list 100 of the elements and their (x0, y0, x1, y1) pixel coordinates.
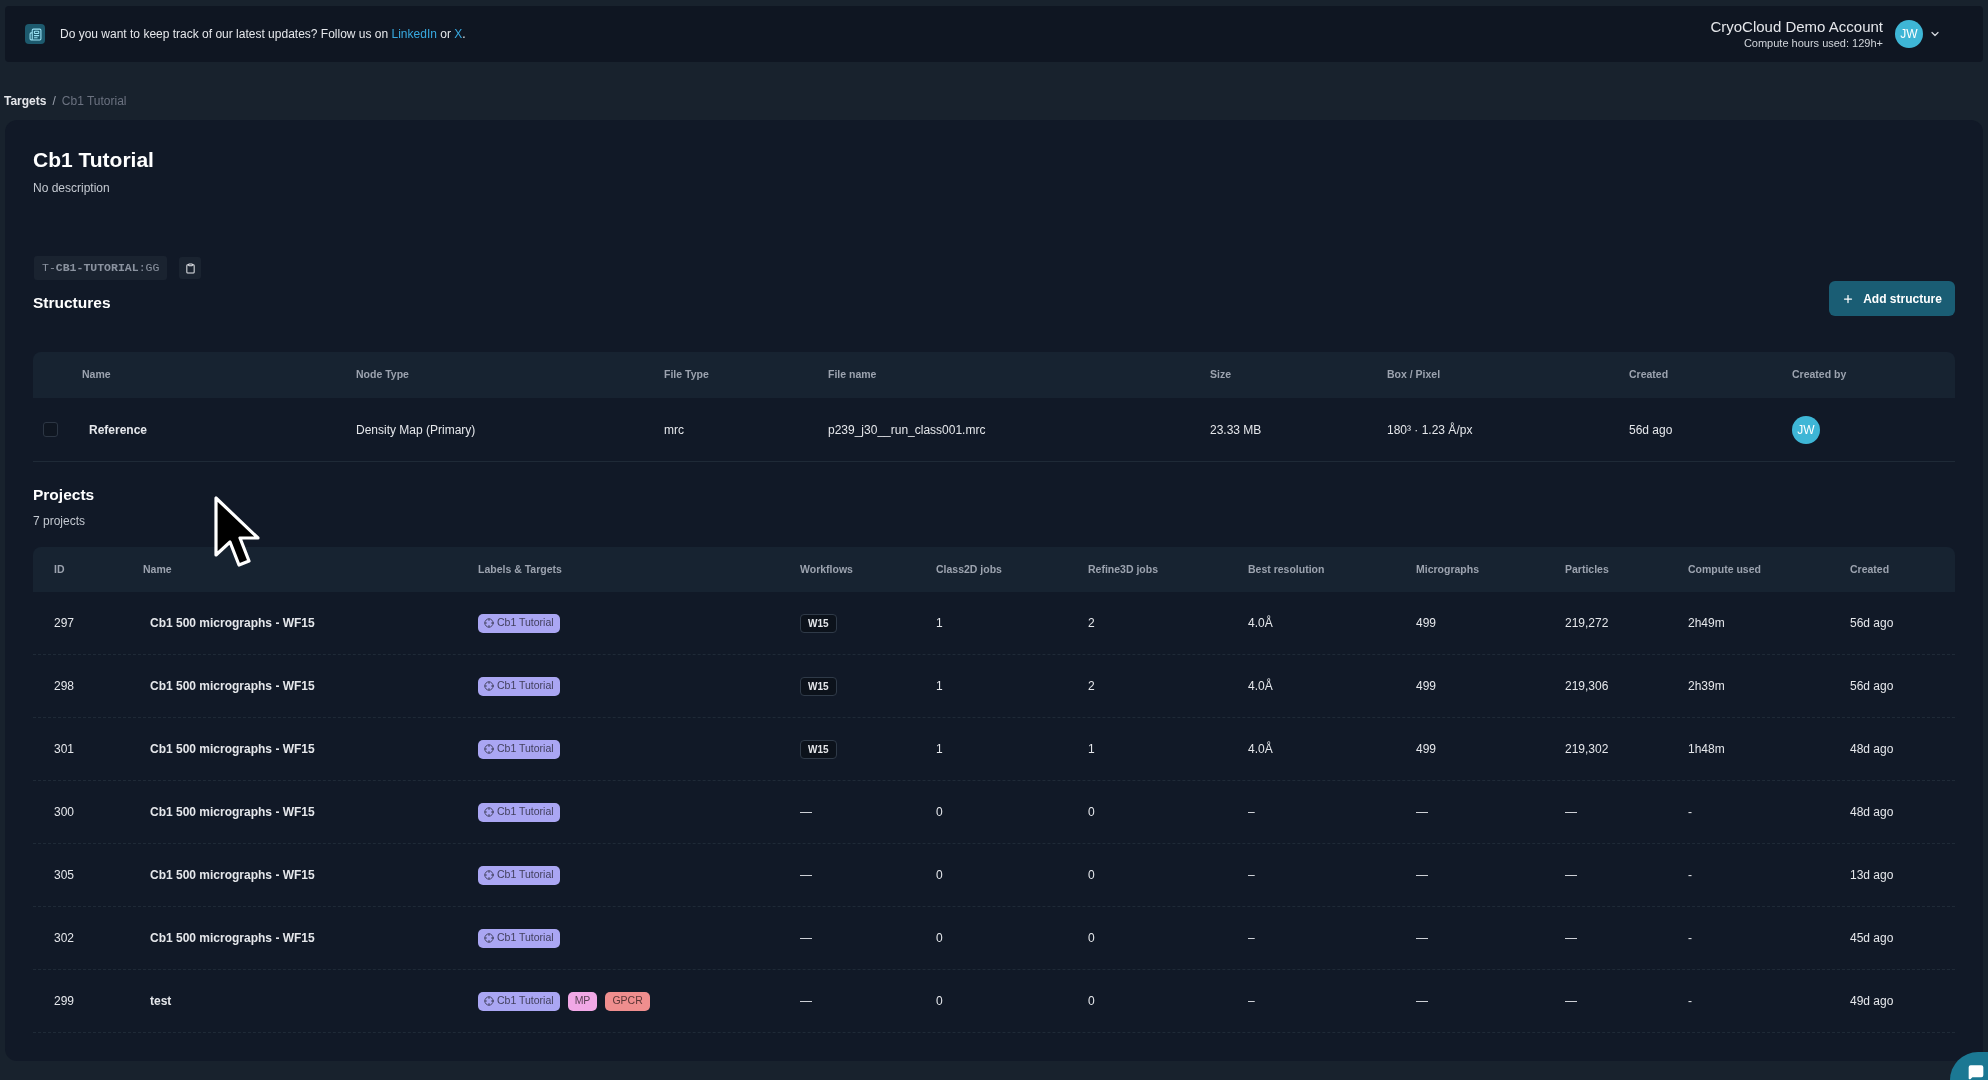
table-cell-text: 499 (1416, 741, 1437, 758)
chat-icon (1968, 1064, 1984, 1080)
column-header: Best resolution (1248, 561, 1325, 577)
table-cell-text: - (1688, 804, 1692, 821)
announcement-text: Do you want to keep track of our latest updates? Follow us on LinkedIn or X. (60, 26, 466, 43)
table-cell-text: 13d ago (1850, 867, 1894, 884)
table-cell-text: 56d ago (1850, 615, 1894, 632)
table-cell-text: 2 (1088, 678, 1095, 695)
project-name[interactable]: Cb1 500 micrographs - WF15 (143, 866, 315, 884)
column-header: Created by (1792, 367, 1847, 383)
table-cell-text: 2h39m (1688, 678, 1725, 695)
target-tag[interactable]: Cb1 Tutorial (478, 928, 560, 948)
column-header: File name (828, 367, 877, 383)
table-cell-text: — (800, 804, 812, 821)
table-cell-text: 1 (936, 741, 943, 758)
project-name[interactable]: Cb1 500 micrographs - WF15 (143, 803, 315, 821)
project-name[interactable]: Cb1 500 micrographs - WF15 (143, 614, 315, 632)
table-cell-text: — (800, 930, 812, 947)
table-cell-text: 0 (936, 993, 943, 1010)
target-tag[interactable]: Cb1 Tutorial (478, 991, 560, 1011)
table-cell-text: 48d ago (1850, 804, 1894, 821)
table-cell-text: — (1565, 930, 1577, 947)
newspaper-icon (25, 24, 45, 44)
column-header: Particles (1565, 561, 1609, 577)
table-cell-text: Density Map (Primary) (356, 421, 476, 439)
table-cell-text: – (1248, 867, 1255, 884)
breadcrumb-link[interactable]: Targets (4, 93, 47, 109)
column-header: File Type (664, 367, 709, 383)
table-cell-text: 48d ago (1850, 741, 1894, 758)
table-cell-text: - (1688, 867, 1692, 884)
crosshair-icon (484, 807, 494, 817)
column-header: Node Type (356, 367, 409, 383)
table-cell-text: 0 (1088, 993, 1095, 1010)
table-cell-text: — (800, 993, 812, 1010)
table-cell: 4.0Å (1248, 740, 1273, 758)
table-cell-text: – (1248, 993, 1255, 1010)
project-name[interactable]: Cb1 500 micrographs - WF15 (143, 740, 315, 758)
table-cell-text: 56d ago (1850, 678, 1894, 695)
workflow-tag: W15 (800, 676, 837, 696)
crosshair-icon (484, 996, 494, 1006)
column-header: Workflows (800, 561, 853, 577)
table-cell-text: 219,272 (1565, 615, 1609, 632)
target-tag[interactable]: Cb1 Tutorial (478, 613, 560, 633)
table-cell-text: 2h49m (1688, 615, 1725, 632)
table-cell-text: 23.33 MB (1210, 421, 1262, 439)
table-cell-text: 305 (54, 867, 75, 884)
copy-button[interactable] (179, 257, 202, 279)
table-cell-text: 300 (54, 804, 75, 821)
table-cell-text: 499 (1416, 678, 1437, 695)
project-name[interactable]: Cb1 500 micrographs - WF15 (143, 929, 315, 947)
table-cell-text: — (1565, 993, 1577, 1010)
table-cell-text: 56d ago (1629, 421, 1673, 439)
add-structure-button[interactable]: Add structure (1829, 281, 1955, 316)
table-cell-text: Reference (88, 421, 148, 439)
table-cell-text: 219,302 (1565, 741, 1609, 758)
workflow-tag: W15 (800, 613, 837, 633)
table-cell-text: 0 (1088, 804, 1095, 821)
table-cell-text: 1 (1088, 741, 1095, 758)
project-name[interactable]: test (143, 992, 172, 1010)
label-tag[interactable]: GPCR (605, 991, 650, 1011)
compute-hours-text: Compute hours used: 129h+ (1743, 36, 1883, 50)
account-name: CryoCloud Demo Account (1710, 18, 1883, 36)
column-header: Name (82, 367, 111, 383)
project-name[interactable]: Cb1 500 micrographs - WF15 (143, 677, 315, 695)
column-header: Created (1629, 367, 1669, 383)
social-link[interactable]: LinkedIn (391, 27, 437, 41)
table-cell-text: p239_j30__run_class001.mrc (828, 421, 986, 439)
table-cell-text: 0 (1088, 930, 1095, 947)
target-description: No description (33, 180, 111, 196)
label-tag[interactable]: MP (567, 991, 598, 1011)
section-title: Projects (33, 485, 96, 505)
section-title: Structures (33, 293, 111, 313)
table-cell-text: 49d ago (1850, 993, 1894, 1010)
target-tag[interactable]: Cb1 Tutorial (478, 865, 560, 885)
table-cell-text: 302 (54, 930, 75, 947)
target-tag[interactable]: Cb1 Tutorial (478, 802, 560, 822)
crosshair-icon (484, 870, 494, 880)
column-header: Class2D jobs (936, 561, 1002, 577)
column-header: Refine3D jobs (1088, 561, 1158, 577)
target-tag[interactable]: Cb1 Tutorial (478, 676, 560, 696)
table-cell-text: 219,306 (1565, 678, 1609, 695)
column-header: Created (1850, 561, 1890, 577)
table-cell-text: – (1248, 804, 1255, 821)
row-checkbox[interactable] (43, 422, 58, 437)
column-header: Size (1210, 367, 1231, 383)
project-count: 7 projects (33, 513, 87, 529)
table-cell: 4.0Å (1248, 614, 1273, 632)
table-cell-text: — (1416, 867, 1428, 884)
crosshair-icon (484, 681, 494, 691)
table-cell-text: 1 (936, 615, 943, 632)
crosshair-icon (484, 618, 494, 628)
table-cell-text: 45d ago (1850, 930, 1894, 947)
column-header: ID (54, 561, 65, 577)
column-header: Micrographs (1416, 561, 1479, 577)
target-tag[interactable]: Cb1 Tutorial (478, 739, 560, 759)
table-cell-text: 1 (936, 678, 943, 695)
table-cell-text: — (1416, 804, 1428, 821)
table-cell-text: 0 (936, 930, 943, 947)
table-cell-text: 297 (54, 615, 75, 632)
user-avatar: JW (1792, 415, 1820, 444)
